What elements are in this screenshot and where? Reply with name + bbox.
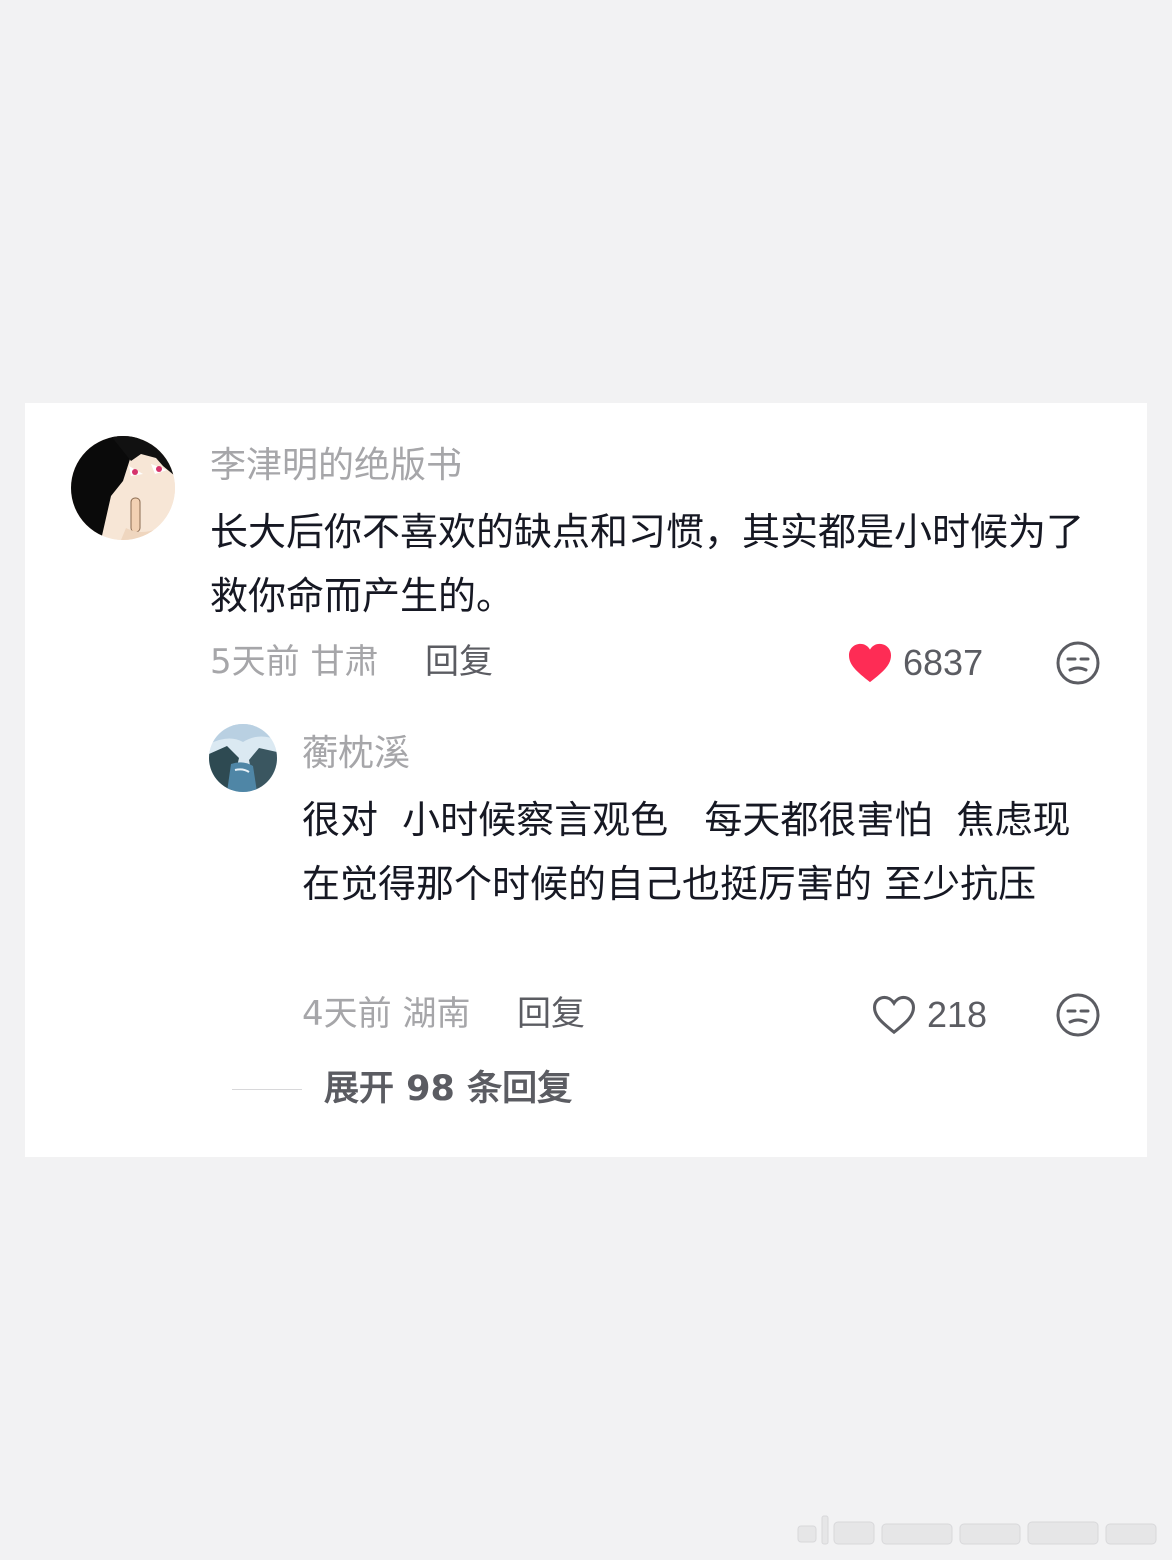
reply-meta: 4天前 湖南 [302,994,471,1034]
sleepy-face-emoji-icon[interactable] [1055,640,1101,686]
user-avatar[interactable] [71,436,175,540]
heart-filled-icon [849,643,891,683]
lake-landscape-avatar [209,724,277,792]
comment-meta: 5天前 甘肃 [210,642,379,682]
reply-button[interactable]: 回复 [425,640,493,684]
comment-card: 李津明的绝版书 长大后你不喜欢的缺点和习惯，其实都是小时候为了救你命而产生的。 … [25,403,1147,1157]
reply-username[interactable]: 蘅枕溪 [302,732,410,776]
expand-divider [232,1088,302,1090]
sleepy-face-emoji-icon[interactable] [1055,992,1101,1038]
like-count: 6837 [903,642,984,683]
like-button[interactable]: 6837 [847,641,983,685]
watermark-logo [797,1515,1157,1545]
comment-text: 长大后你不喜欢的缺点和习惯，其实都是小时候为了救你命而产生的。 [210,510,1085,618]
reply-reply-button[interactable]: 回复 [517,992,585,1036]
anime-character-avatar [71,436,175,540]
reply-user-avatar[interactable] [209,724,277,792]
expand-replies-label: 展开 98 条回复 [324,1069,573,1109]
reply-like-count: 218 [927,994,988,1035]
reply-like-button[interactable]: 218 [871,993,987,1037]
heart-outline-icon [872,995,916,1035]
expand-replies-button[interactable]: 展开 98 条回复 [232,1067,572,1111]
comment-username[interactable]: 李津明的绝版书 [210,444,462,488]
reply-text: 很对 小时候察言观色 每天都很害怕 焦虑现在觉得那个时候的自己也挺厉害的 至少抗… [302,798,1071,906]
